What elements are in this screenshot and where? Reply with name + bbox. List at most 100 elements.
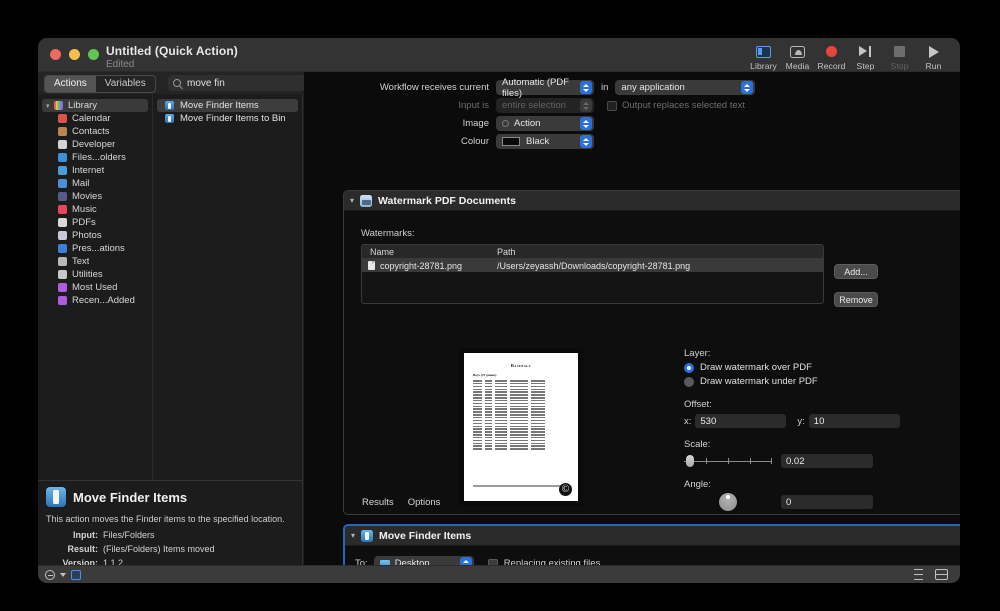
chevron-updown-icon	[741, 81, 754, 94]
tab-options-watermark[interactable]: Options	[408, 497, 441, 508]
toolbar-media-button[interactable]: Media	[781, 41, 814, 71]
maximize-window-button[interactable]	[88, 49, 99, 60]
sidebar-item-pres-ations[interactable]: Pres...ations	[38, 242, 152, 255]
pdf-preview-text-cell	[495, 391, 507, 393]
action-results-container: Move Finder Items Move Finder Items to Bi…	[153, 99, 302, 125]
sidebar-item-contacts[interactable]: Contacts	[38, 125, 152, 138]
action-header-watermark[interactable]: ▾ Watermark PDF Documents ✕	[344, 191, 960, 211]
offset-x-label: x:	[684, 415, 692, 427]
action-card-watermark-pdf-documents[interactable]: ▾ Watermark PDF Documents ✕ Watermarks: …	[343, 190, 960, 515]
toolbar-step-label: Step	[856, 61, 875, 71]
pdf-preview-text-cell	[473, 448, 482, 450]
list-item[interactable]: Move Finder Items to Bin	[157, 112, 298, 125]
pdf-preview-text-cell	[495, 414, 507, 416]
watermark-action-tabs[interactable]: Results Options	[362, 497, 440, 508]
variables-icon[interactable]	[71, 569, 81, 580]
sidebar-item-movies[interactable]: Movies	[38, 190, 152, 203]
radio-draw-under-pdf[interactable]: Draw watermark under PDF	[684, 376, 818, 387]
chevron-down-icon[interactable]: ▾	[46, 102, 54, 110]
toolbar-record-button[interactable]: Record	[815, 41, 848, 71]
offset-x-input[interactable]: 530	[695, 414, 787, 428]
pdf-preview-text-cell	[473, 380, 482, 382]
angle-dial[interactable]	[719, 493, 737, 511]
sidebar-item-utilities[interactable]: Utilities	[38, 268, 152, 281]
sidebar-item-recen-added[interactable]: Recen...Added	[38, 294, 152, 307]
sidebar-item-photos[interactable]: Photos	[38, 229, 152, 242]
watermarks-table[interactable]: Name Path copyright-28781.png /Users/zey…	[361, 244, 824, 304]
search-input[interactable]: move fin	[187, 78, 316, 89]
minimize-window-button[interactable]	[69, 49, 80, 60]
chevron-down-icon[interactable]: ▾	[350, 196, 354, 205]
sidebar-item-most-used[interactable]: Most Used	[38, 281, 152, 294]
scale-slider[interactable]	[684, 455, 773, 467]
sidebar-item-developer[interactable]: Developer	[38, 138, 152, 151]
pdf-preview-text-cell	[485, 394, 492, 396]
sidebar-item-calendar[interactable]: Calendar	[38, 112, 152, 125]
pdf-preview-text-line	[473, 414, 569, 416]
chevron-down-icon[interactable]: ▾	[351, 531, 355, 540]
action-header-move[interactable]: ▾ Move Finder Items ✕	[345, 526, 960, 546]
sidebar-item-files-olders[interactable]: Files...olders	[38, 151, 152, 164]
scale-slider-knob[interactable]	[685, 455, 694, 467]
scale-input[interactable]: 0.02	[781, 454, 873, 468]
action-card-move-finder-items[interactable]: ▾ Move Finder Items ✕ To: Desktop	[343, 524, 960, 565]
colour-select[interactable]: Black	[496, 134, 594, 149]
list-item-label: Move Finder Items to Bin	[180, 113, 286, 124]
chevron-down-icon[interactable]	[60, 572, 66, 577]
angle-dial-wrap	[684, 493, 772, 511]
pdf-preview-text-cell	[473, 434, 482, 436]
list-item[interactable]: Move Finder Items	[157, 99, 298, 112]
comment-icon[interactable]	[45, 569, 55, 580]
status-bar-right[interactable]	[910, 569, 960, 580]
add-watermark-button[interactable]: Add...	[834, 264, 878, 279]
sidebar-item-text[interactable]: Text	[38, 255, 152, 268]
pdf-preview-text-cell	[473, 394, 482, 396]
pdf-preview-text-cell	[531, 394, 545, 396]
close-window-button[interactable]	[50, 49, 61, 60]
radio-on-icon[interactable]	[684, 362, 694, 373]
sidebar-item-internet[interactable]: Internet	[38, 164, 152, 177]
angle-row: 0	[684, 493, 873, 511]
status-bar-left[interactable]	[38, 569, 81, 580]
radio-off-icon[interactable]	[684, 376, 694, 387]
output-replaces-checkbox-group: Output replaces selected text	[607, 100, 745, 111]
sidebar-item-music[interactable]: Music	[38, 203, 152, 216]
pdf-preview-text-cell	[510, 448, 528, 450]
tab-variables[interactable]: Variables	[96, 76, 155, 92]
angle-input[interactable]: 0	[781, 495, 873, 509]
sidebar-item-pdfs[interactable]: PDFs	[38, 216, 152, 229]
replacing-existing-files-group[interactable]: Replacing existing files	[487, 558, 600, 565]
tab-results-watermark[interactable]: Results	[362, 497, 394, 508]
image-select[interactable]: Action	[496, 116, 594, 131]
pdf-preview-text-cell	[495, 431, 507, 433]
toolbar-run-button[interactable]: Run	[917, 41, 950, 71]
description-field: Input: Files/Folders	[46, 530, 294, 540]
offset-y-input[interactable]: 10	[808, 414, 900, 428]
record-icon	[826, 44, 837, 59]
pdf-preview-text-cell	[510, 431, 528, 433]
toolbar-step-button[interactable]: Step	[849, 41, 882, 71]
radio-draw-over-pdf[interactable]: Draw watermark over PDF	[684, 362, 818, 373]
toolbar-library-button[interactable]: Library	[747, 41, 780, 71]
action-results-list[interactable]: Move Finder Items Move Finder Items to Bi…	[153, 94, 302, 480]
sidebar-item-library[interactable]: ▾ Library	[42, 99, 148, 112]
remove-watermark-button[interactable]: Remove	[834, 292, 878, 307]
sidebar-item-mail[interactable]: Mail	[38, 177, 152, 190]
table-row[interactable]: copyright-28781.png /Users/zeyassh/Downl…	[362, 259, 823, 272]
pdf-preview[interactable]: Baseball Boys (27 games) ©	[459, 348, 583, 506]
destination-select[interactable]: Desktop	[373, 556, 474, 565]
pdf-preview-text-cell	[473, 399, 482, 402]
finder-icon	[165, 114, 174, 123]
actions-variables-segmented-control[interactable]: Actions Variables	[44, 75, 156, 93]
split-view-icon[interactable]	[935, 569, 948, 580]
tab-actions[interactable]: Actions	[45, 76, 96, 92]
window-controls[interactable]	[50, 49, 99, 60]
slider-tick	[728, 457, 730, 464]
category-list[interactable]: ▾ Library Calendar Contacts Developer Files…	[38, 94, 153, 480]
list-view-icon[interactable]	[910, 569, 923, 580]
colour-label: Colour	[461, 136, 489, 147]
replacing-existing-files-checkbox[interactable]	[487, 558, 498, 565]
finder-icon	[46, 487, 66, 507]
workflow-receives-select[interactable]: Automatic (PDF files)	[496, 77, 594, 99]
workflow-application-select[interactable]: any application	[615, 80, 756, 95]
